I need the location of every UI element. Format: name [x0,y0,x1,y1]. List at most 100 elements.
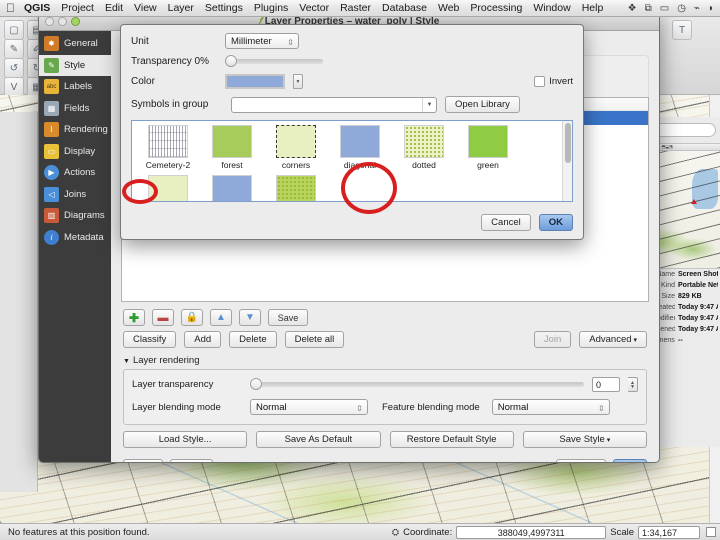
transparency-slider[interactable] [225,55,323,67]
save-symbol-button[interactable]: Save [268,309,308,326]
menu-item-processing[interactable]: Processing [470,2,522,14]
menu-item-help[interactable]: Help [582,2,604,14]
render-toggle-icon[interactable]: ⛭ [392,527,399,538]
menu-item-settings[interactable]: Settings [205,2,243,14]
screen-share-icon[interactable]: ⧉ [645,3,652,14]
bluetooth-icon[interactable]: ⌁ [694,3,700,14]
new-project-icon[interactable]: ▢ [4,20,24,40]
render-checkbox[interactable] [706,527,716,537]
sidebar-item-labels[interactable]: abc Labels [39,76,111,98]
symbol-cell-cemetery-2[interactable]: Cemetery-2 [136,125,200,175]
menu-item-web[interactable]: Web [438,2,459,14]
menu-item-window[interactable]: Window [533,2,570,14]
symbol-grid-scrollbar[interactable] [562,121,572,201]
symbol-thumbnail[interactable] [276,125,316,158]
layer-blending-select[interactable]: Normal [250,399,368,416]
symbol-cell-green[interactable]: green [456,125,520,175]
feature-blending-select[interactable]: Normal [491,399,610,416]
symbol-thumbnail[interactable] [212,175,252,201]
advanced-button[interactable]: Advanced [579,331,647,348]
move-down-button[interactable]: ▼ [239,309,261,326]
open-library-button[interactable]: Open Library [445,96,520,113]
ok-button[interactable]: OK [538,214,573,231]
slider-knob[interactable] [250,378,262,390]
sidebar-item-metadata[interactable]: i Metadata [39,227,111,249]
apply-button[interactable]: Apply [169,459,214,462]
add-vector-layer-icon[interactable]: V [4,77,24,97]
sidebar-item-diagrams[interactable]: ▥ Diagrams [39,205,111,227]
transparency-stepper[interactable]: ▲ ▼ [628,377,638,392]
cancel-button[interactable]: Cancel [556,459,606,462]
finder-search-input[interactable]: ⌕ [653,123,716,137]
menu-item-layer[interactable]: Layer [168,2,194,14]
chevron-down-icon[interactable]: ▼ [123,358,130,365]
symbol-cell-water[interactable]: water [200,175,264,201]
scale-input[interactable]: 1:34,167 [638,525,700,539]
menu-item-project[interactable]: Project [61,2,94,14]
save-style-button[interactable]: Save Style [522,431,647,448]
symbol-thumbnail[interactable] [276,175,316,201]
timemachine-icon[interactable]: ◷ [677,3,686,14]
symbol-thumbnail[interactable] [212,125,252,158]
move-up-button[interactable]: ▲ [210,309,232,326]
apple-logo-icon[interactable]:  [6,2,15,14]
wifi-icon[interactable]: ◗ [708,3,714,14]
symbol-thumbnail[interactable] [340,125,380,158]
color-well[interactable] [225,74,285,89]
restore-default-style-button[interactable]: Restore Default Style [389,431,514,448]
add-category-button[interactable]: Add [184,331,222,348]
load-style-button[interactable]: Load Style... [123,431,248,448]
coordinate-input[interactable]: 388049,4997311 [456,525,607,539]
remove-symbol-button[interactable]: ▬ [152,309,174,326]
sidebar-item-style[interactable]: ✎ Style [39,54,111,76]
symbols-group-select[interactable]: ▼ [231,96,437,113]
display-icon[interactable]: ▭ [660,3,669,14]
symbol-thumbnail[interactable] [468,125,508,158]
color-dropdown-arrow[interactable]: ▼ [293,74,303,89]
symbol-cell-dotted[interactable]: dotted [392,125,456,175]
sidebar-item-fields[interactable]: ▦ Fields [39,98,111,120]
symbol-grid[interactable]: Cemetery-2 forest corners diagonal dotted gre… [132,121,562,201]
menu-item-database[interactable]: Database [382,2,427,14]
sidebar-item-rendering[interactable]: ⌇ Rendering [39,119,111,141]
symbol-cell-untitled-8[interactable] [264,175,328,201]
text-label-icon[interactable]: T [672,20,692,40]
help-button[interactable]: Help [123,459,163,462]
symbol-thumbnail[interactable] [148,125,188,158]
add-symbol-button[interactable]: ✚ [123,309,145,326]
undo-icon[interactable]: ↺ [4,58,24,78]
sidebar-item-general[interactable]: ✸ General [39,33,111,55]
sidebar-item-actions[interactable]: ▶ Actions [39,162,111,184]
menu-item-vector[interactable]: Vector [299,2,329,14]
scrollbar-thumb[interactable] [565,123,571,163]
classify-button[interactable]: Classify [123,331,177,348]
menu-item-view[interactable]: View [134,2,157,14]
layer-transparency-input[interactable]: 0 [592,377,620,392]
delete-all-button[interactable]: Delete all [284,331,345,348]
slider-knob[interactable] [225,55,237,67]
menu-item-raster[interactable]: Raster [340,2,371,14]
chevron-down-icon[interactable]: ▼ [422,97,436,112]
unit-select[interactable]: Millimeter [225,33,299,50]
symbol-cell-forest[interactable]: forest [200,125,264,175]
menu-item-edit[interactable]: Edit [105,2,123,14]
pencil-icon[interactable]: ✎ [4,39,24,59]
layer-transparency-slider[interactable] [250,378,584,390]
symbol-thumbnail[interactable] [148,175,188,201]
save-as-default-button[interactable]: Save As Default [256,431,381,448]
delete-category-button[interactable]: Delete [229,331,277,348]
menu-item-plugins[interactable]: Plugins [254,2,288,14]
ok-button[interactable]: OK [612,459,647,462]
cancel-button[interactable]: Cancel [481,214,531,231]
dropbox-icon[interactable]: ❖ [628,3,637,14]
sidebar-item-joins[interactable]: ◁ Joins [39,184,111,206]
symbol-cell-corners[interactable]: corners [264,125,328,175]
lock-symbol-button[interactable]: 🔒 [181,309,203,326]
symbol-cell-untitled-6[interactable] [136,175,200,201]
symbol-cell-diagonal[interactable]: diagonal [328,125,392,175]
sidebar-item-display[interactable]: ▭ Display [39,141,111,163]
layer-rendering-header[interactable]: ▼ Layer rendering [123,355,647,366]
menu-item-qgis[interactable]: QGIS [24,2,50,14]
invert-checkbox[interactable] [534,76,546,87]
symbol-thumbnail[interactable] [404,125,444,158]
